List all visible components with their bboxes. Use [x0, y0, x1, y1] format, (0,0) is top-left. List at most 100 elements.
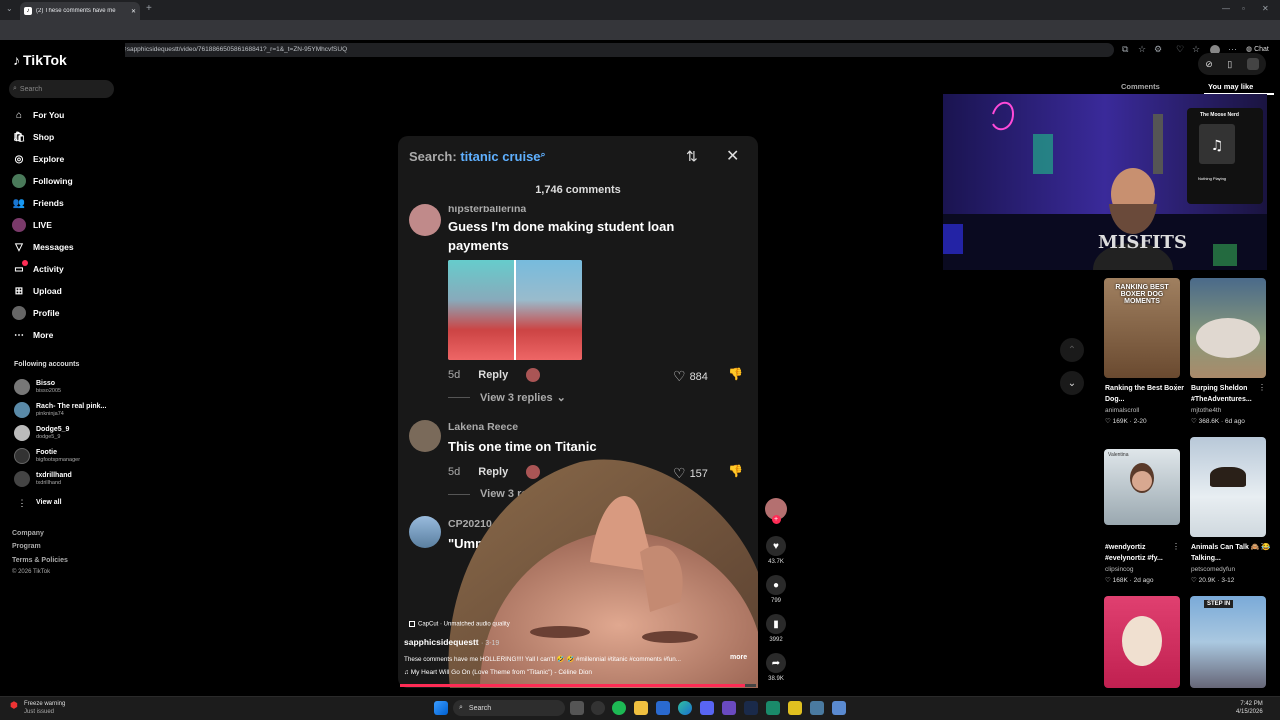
video-author[interactable]: mjtothe4th	[1191, 407, 1221, 414]
nav-explore[interactable]: ◎ Explore	[12, 151, 65, 167]
avatar[interactable]	[409, 420, 441, 452]
favorite-star-icon[interactable]: ☆	[1138, 44, 1146, 55]
save-video-button[interactable]: ▮ 3992	[764, 614, 788, 643]
install-app-icon[interactable]: ⧉	[1122, 44, 1128, 55]
system-clock[interactable]: 7:42 PM 4/15/2026	[1236, 700, 1263, 716]
footer-company-link[interactable]: Company	[12, 530, 44, 537]
followed-account[interactable]: Dodge5_9 dodge5_9	[14, 423, 69, 443]
spotify-icon[interactable]	[612, 701, 626, 715]
creator-avatar-button[interactable]: +	[764, 498, 788, 524]
nav-messages[interactable]: ▽ Messages	[12, 239, 74, 255]
extensions-icon[interactable]: ⚙	[1154, 44, 1162, 55]
video-thumbnail[interactable]	[1190, 437, 1266, 537]
video-author[interactable]: sapphicsidequestt	[404, 637, 479, 647]
nav-friends[interactable]: 👥 Friends	[12, 195, 64, 211]
more-options-icon[interactable]: ⋮	[1258, 542, 1266, 551]
next-video-button[interactable]: ⌄	[1060, 371, 1084, 395]
nav-profile[interactable]: Profile	[12, 305, 59, 321]
video-stats: ♡ 368.6K · 6d ago	[1191, 418, 1245, 425]
close-window-icon[interactable]: ✕	[1262, 4, 1269, 13]
tab-you-may-like[interactable]: You may like	[1208, 82, 1253, 91]
video-player[interactable]	[440, 452, 758, 688]
comment-username[interactable]: hipsterballerina	[448, 206, 526, 215]
video-thumbnail[interactable]: Valentina	[1104, 449, 1180, 525]
video-thumbnail[interactable]	[1190, 278, 1266, 378]
avatar[interactable]	[409, 204, 441, 236]
share-video-button[interactable]: ➦ 38.9K	[764, 653, 788, 682]
dislike-icon[interactable]: 👎	[728, 367, 743, 381]
favorites-bar-icon[interactable]: ☆	[1192, 44, 1200, 55]
nav-upload[interactable]: ⊞ Upload	[12, 283, 62, 299]
minimize-icon[interactable]: —	[1222, 4, 1230, 13]
avatar[interactable]	[409, 516, 441, 548]
video-progress-bar[interactable]	[400, 684, 756, 687]
sort-icon[interactable]: ⇅	[686, 148, 698, 165]
followed-account[interactable]: Bisso bisso2005	[14, 377, 61, 397]
previous-video-button[interactable]: ⌃	[1060, 338, 1084, 362]
windows-start-icon[interactable]	[434, 701, 448, 715]
avatar[interactable]	[1246, 58, 1259, 70]
new-tab-icon[interactable]: +	[146, 3, 152, 14]
weather-widget[interactable]: ⬢ Freeze warning Just issued	[10, 700, 65, 716]
capcut-badge[interactable]: CapCut · Unmatched audio quality	[409, 621, 510, 628]
close-tab-icon[interactable]: ✕	[131, 8, 136, 15]
comment-image[interactable]	[448, 260, 582, 360]
tiktok-logo[interactable]: ♪ TikTok	[13, 52, 67, 68]
footer-terms-link[interactable]: Terms & Policies	[12, 557, 68, 564]
app-icon[interactable]	[810, 701, 824, 715]
video-author[interactable]: animalscroll	[1105, 407, 1139, 414]
video-author[interactable]: clipsincog	[1105, 566, 1134, 573]
comment-video-button[interactable]: ● 799	[764, 575, 788, 604]
url-field[interactable]: https://www.tiktok.com/@sapphicsidequest…	[46, 43, 1114, 57]
steam-icon[interactable]	[744, 701, 758, 715]
search-query[interactable]: titanic cruise	[460, 149, 540, 164]
tab-list-icon[interactable]: ⌄	[6, 4, 13, 13]
discord-icon[interactable]	[700, 701, 714, 715]
nav-following[interactable]: Following	[12, 173, 73, 189]
edge-icon[interactable]	[678, 701, 692, 715]
video-author[interactable]: petscomedyfun	[1191, 566, 1235, 573]
app-icon[interactable]	[766, 701, 780, 715]
nav-activity[interactable]: ▭ Activity	[12, 260, 64, 277]
nav-more[interactable]: ⋯ More	[12, 327, 53, 343]
browser-tab[interactable]: ♪ (2) These comments have me ✕	[20, 2, 140, 20]
nav-live[interactable]: LIVE	[12, 217, 52, 233]
phone-icon[interactable]: ▯	[1227, 59, 1232, 70]
view-all-accounts[interactable]: ⋮ View all	[14, 493, 62, 513]
followed-account[interactable]: txdrillhand txdrillhand	[14, 469, 72, 489]
task-view-icon[interactable]	[570, 701, 584, 715]
more-options-icon[interactable]: ⋮	[1172, 383, 1180, 392]
music-row[interactable]: ♫ My Heart Will Go On (Love Theme from "…	[404, 669, 592, 676]
like-video-button[interactable]: ♥ 43.7K	[764, 536, 788, 565]
maximize-icon[interactable]: ▫	[1242, 4, 1245, 13]
reply-button[interactable]: Reply	[478, 369, 508, 381]
nav-shop[interactable]: 🛍 Shop	[12, 129, 55, 145]
comment-username[interactable]: Lakena Reece	[448, 421, 518, 433]
app-icon[interactable]	[788, 701, 802, 715]
more-options-icon[interactable]: ⋮	[1258, 383, 1266, 392]
search-input[interactable]: ⌕ Search	[9, 80, 114, 98]
followed-account[interactable]: Footie bigfootspmanager	[14, 446, 80, 466]
copilot-chat-button[interactable]: ◍ Chat	[1246, 45, 1269, 53]
video-thumbnail[interactable]: RANKING BEST BOXER DOG MOMENTS	[1104, 278, 1180, 378]
camera-icon[interactable]	[832, 701, 846, 715]
tab-comments[interactable]: Comments	[1121, 82, 1160, 91]
collections-icon[interactable]: ♡	[1176, 44, 1184, 55]
compass-icon[interactable]: ⊘	[1205, 59, 1213, 70]
taskbar-search[interactable]: ⌕ Search	[453, 700, 565, 716]
close-icon[interactable]: ✕	[726, 146, 739, 166]
video-thumbnail[interactable]	[1104, 596, 1180, 688]
video-thumbnail[interactable]: STEP IN	[1190, 596, 1266, 688]
chrome-icon[interactable]	[591, 701, 605, 715]
outlook-icon[interactable]	[656, 701, 670, 715]
file-explorer-icon[interactable]	[634, 701, 648, 715]
followed-account[interactable]: Rach- The real pink... pinkninja74	[14, 400, 106, 420]
follow-plus-icon[interactable]: +	[771, 515, 781, 524]
app-icon[interactable]	[722, 701, 736, 715]
view-replies-button[interactable]: View 3 replies ⌄	[448, 391, 566, 405]
caption-more-button[interactable]: more	[730, 654, 747, 661]
more-options-icon[interactable]: ⋮	[1172, 542, 1180, 551]
footer-program-link[interactable]: Program	[12, 543, 41, 550]
nav-for-you[interactable]: ⌂ For You	[12, 107, 64, 123]
like-button[interactable]: ♡ 884	[673, 368, 708, 385]
